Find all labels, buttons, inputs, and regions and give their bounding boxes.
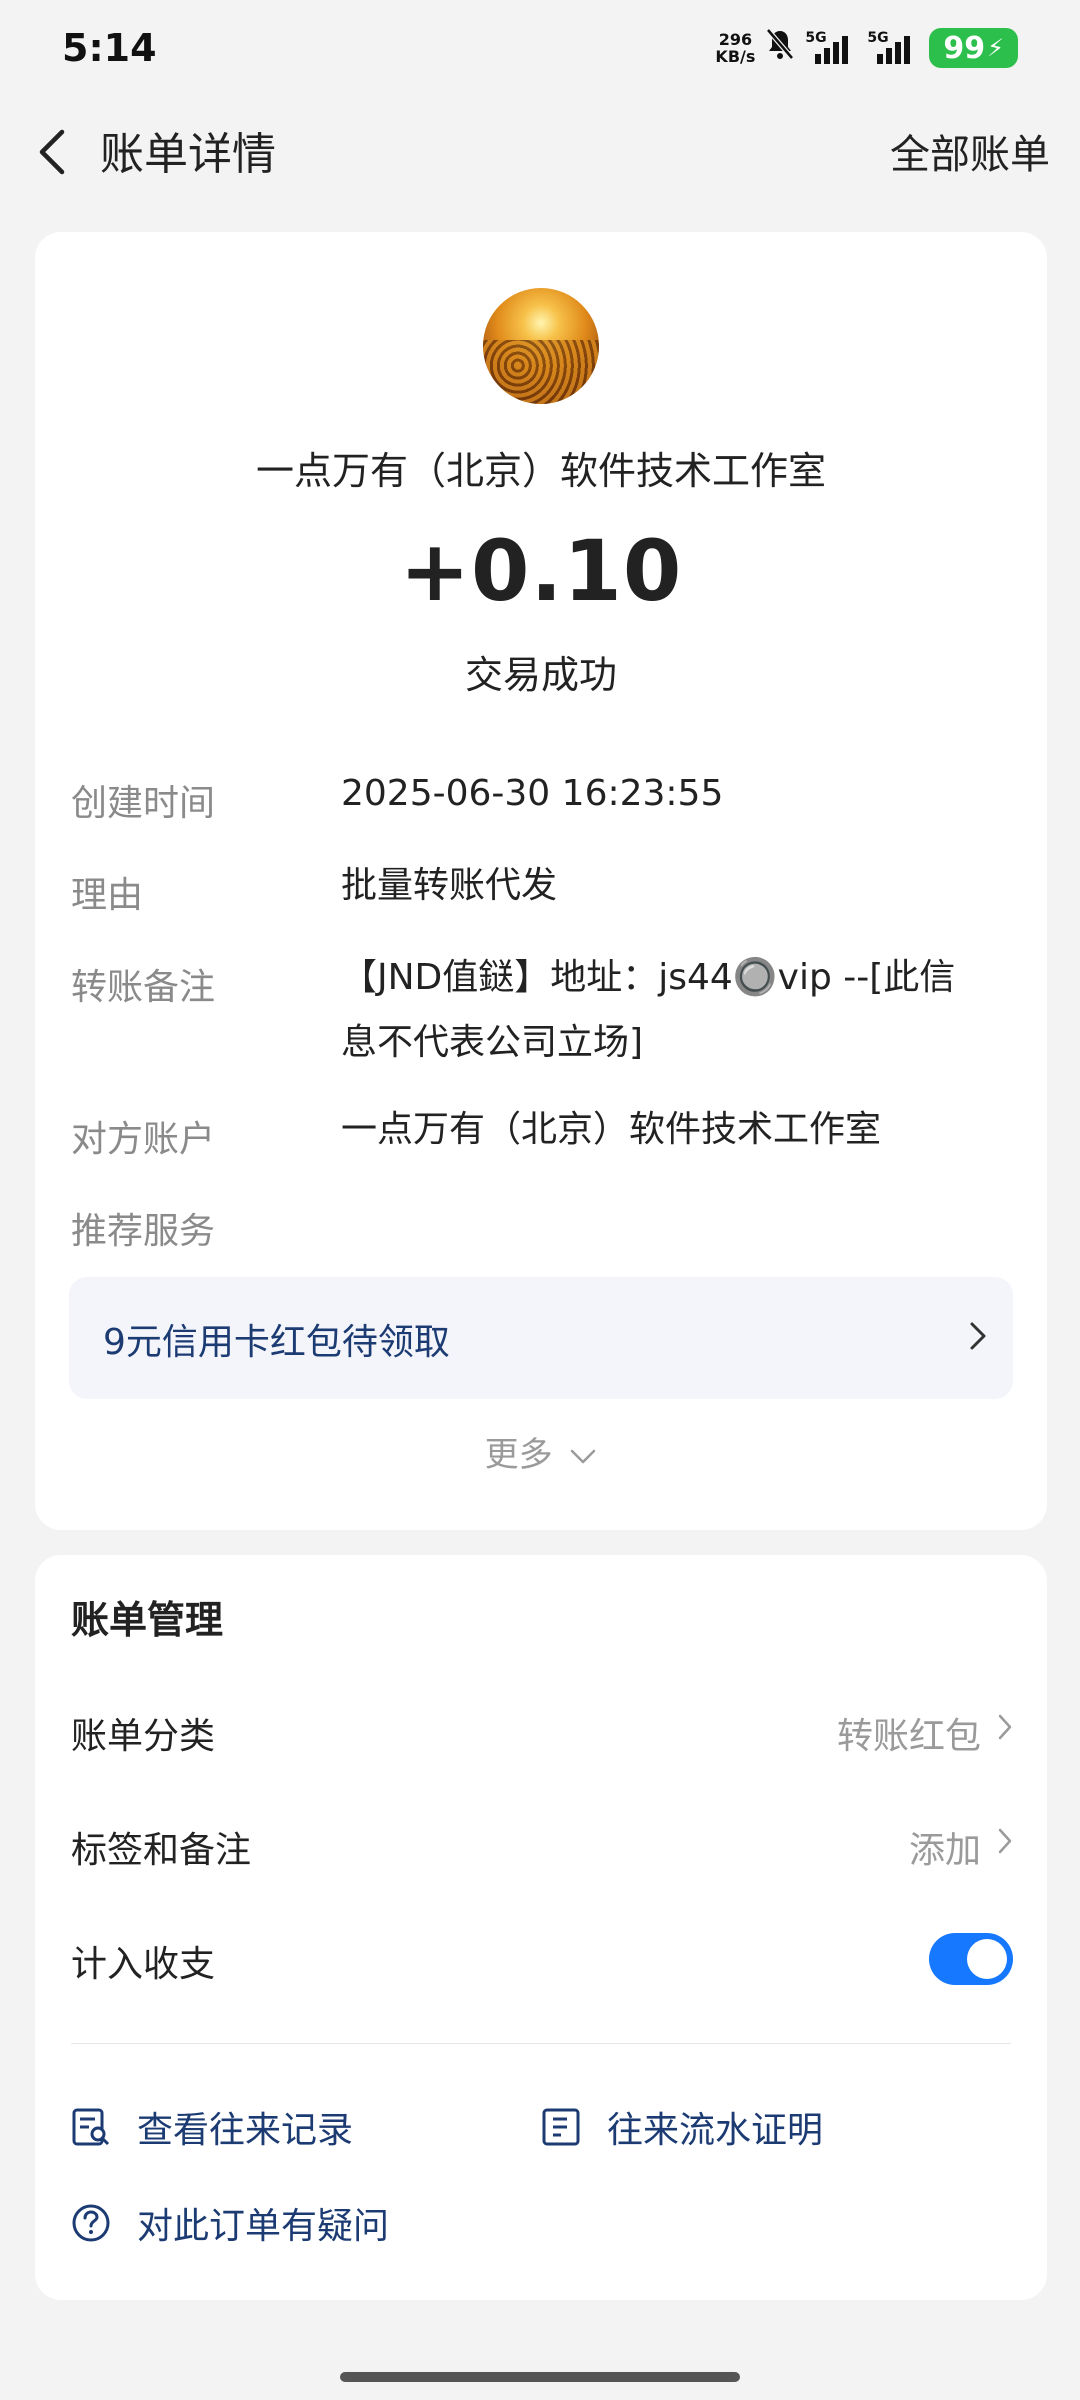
network-speed-value: 296 <box>718 30 753 49</box>
question-icon <box>72 2204 110 2242</box>
status-bar: 5:14 296 KB/s 5G 5G 99 ⚡ <box>0 0 1080 100</box>
network-speed: 296 KB/s <box>715 31 755 65</box>
chevron-right-icon <box>970 1322 986 1350</box>
promo-text: 9元信用卡红包待领取 <box>103 1322 450 1363</box>
divider <box>71 2043 1011 2044</box>
section-title: 账单管理 <box>71 1598 224 1642</box>
created-time-label: 创建时间 <box>71 783 216 824</box>
view-history-link[interactable]: 查看往来记录 <box>71 2101 353 2153</box>
transaction-amount: +0.10 <box>399 522 683 620</box>
tags-notes-label: 标签和备注 <box>71 1830 252 1871</box>
merchant-avatar <box>483 288 599 404</box>
recommended-service-label: 推荐服务 <box>71 1211 216 1252</box>
reason-label: 理由 <box>71 875 144 916</box>
battery-indicator: 99 ⚡ <box>929 28 1018 68</box>
nav-bar: 账单详情 全部账单 <box>0 110 1080 190</box>
bill-category-value: 转账红包 <box>836 1716 981 1757</box>
page-title: 账单详情 <box>100 129 276 180</box>
all-bills-link[interactable]: 全部账单 <box>890 122 1050 180</box>
transaction-card: 一点万有（北京）软件技术工作室 +0.10 交易成功 创建时间 2025-06-… <box>35 232 1047 1530</box>
credit-card-promo-banner[interactable]: 9元信用卡红包待领取 <box>69 1277 1013 1399</box>
signal-5g-icon: 5G <box>805 30 857 66</box>
view-history-label: 查看往来记录 <box>137 2110 354 2151</box>
tags-notes-value: 添加 <box>908 1830 981 1871</box>
reason-value: 批量转账代发 <box>341 865 558 906</box>
home-indicator[interactable] <box>340 2372 740 2382</box>
back-arrow-icon[interactable] <box>30 122 80 182</box>
include-in-budget-label: 计入收支 <box>71 1944 216 1985</box>
mute-bell-icon <box>765 28 795 68</box>
more-label: 更多 <box>484 1435 553 1475</box>
counterparty-label: 对方账户 <box>71 1119 216 1160</box>
merchant-name: 一点万有（北京）软件技术工作室 <box>255 449 826 493</box>
transfer-note-value: 【JND值鎹】地址：js44🔘vip --[此信 息不代表公司立场] <box>341 950 1021 1070</box>
statement-proof-link[interactable]: 往来流水证明 <box>541 2101 823 2153</box>
signal-5g-icon: 5G <box>867 30 919 66</box>
transfer-note-line: 【JND值鎹】地址：js44🔘vip --[此信 <box>341 957 956 998</box>
record-search-icon <box>72 2108 110 2146</box>
transfer-note-label: 转账备注 <box>71 967 216 1008</box>
order-question-label: 对此订单有疑问 <box>137 2206 390 2247</box>
counterparty-value: 一点万有（北京）软件技术工作室 <box>341 1109 882 1150</box>
bill-category-label: 账单分类 <box>71 1716 216 1757</box>
created-time-value: 2025-06-30 16:23:55 <box>341 773 724 814</box>
network-speed-unit: KB/s <box>715 47 756 66</box>
bill-management-card: 账单管理 账单分类 转账红包 标签和备注 添加 计入收支 查看往来记录 往来流水 <box>35 1555 1047 2300</box>
status-icons: 296 KB/s 5G 5G 99 ⚡ <box>715 26 1018 70</box>
transaction-status: 交易成功 <box>464 653 617 697</box>
charging-icon: ⚡ <box>987 34 1004 62</box>
battery-level: 99 <box>943 30 986 66</box>
document-icon <box>542 2108 580 2146</box>
status-time: 5:14 <box>62 26 157 70</box>
transfer-note-line: 息不代表公司立场] <box>341 1022 644 1063</box>
include-in-budget-toggle[interactable] <box>929 1933 1013 1985</box>
chevron-down-icon <box>571 1449 596 1463</box>
toggle-knob <box>967 1939 1007 1979</box>
order-question-link[interactable]: 对此订单有疑问 <box>71 2197 389 2249</box>
more-button[interactable]: 更多 <box>35 1427 1047 1476</box>
statement-proof-label: 往来流水证明 <box>607 2110 824 2151</box>
chevron-right-icon <box>998 1828 1012 1854</box>
chevron-right-icon <box>998 1714 1012 1740</box>
